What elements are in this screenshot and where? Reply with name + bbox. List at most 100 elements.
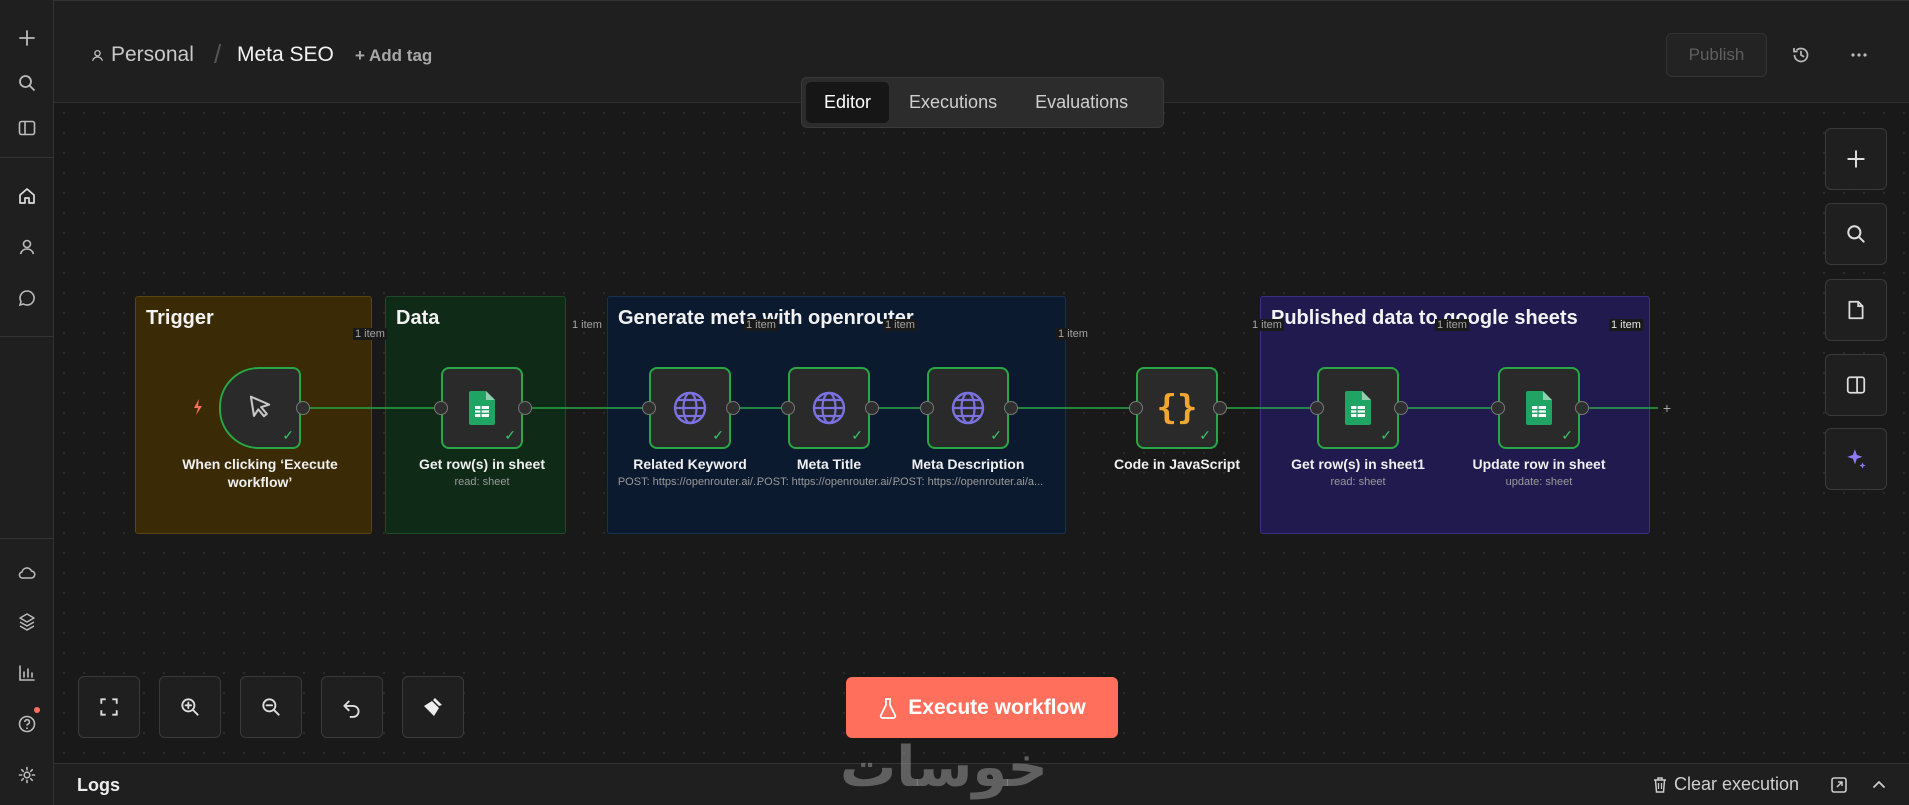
search-nodes-button[interactable] — [1825, 203, 1887, 265]
clear-execution-label: Clear execution — [1674, 774, 1800, 794]
insights-icon[interactable] — [11, 657, 43, 689]
view-tabs: Editor Executions Evaluations — [801, 77, 1164, 128]
undo-button[interactable] — [321, 676, 383, 738]
watermark: خوسات — [840, 735, 1048, 800]
node-label: When clicking ‘Execute workflow’ — [182, 456, 338, 490]
node-label: Code in JavaScript — [1113, 456, 1241, 472]
output-handle[interactable] — [1394, 401, 1408, 415]
edge-label: 1 item — [1609, 319, 1643, 331]
node-subtitle: POST: https://openrouter.ai/a... — [892, 476, 1044, 488]
add-tag-button[interactable]: + Add tag — [355, 46, 432, 66]
add-node-plus-icon[interactable]: + — [1658, 399, 1676, 417]
edge-label: 1 item — [744, 319, 778, 331]
help-icon[interactable] — [11, 708, 43, 740]
node-update-row[interactable]: ✓ — [1498, 367, 1580, 449]
success-check-icon: ✓ — [990, 427, 1002, 443]
success-check-icon: ✓ — [504, 427, 516, 443]
input-handle[interactable] — [920, 401, 934, 415]
output-handle[interactable] — [726, 401, 740, 415]
edge-label: 1 item — [570, 319, 604, 331]
input-handle[interactable] — [781, 401, 795, 415]
success-check-icon: ✓ — [712, 427, 724, 443]
success-check-icon: ✓ — [1561, 427, 1573, 443]
broom-icon — [424, 698, 442, 716]
sticky-note-button[interactable] — [1825, 279, 1887, 341]
zoom-out-icon — [262, 698, 280, 716]
workflow-canvas[interactable]: Trigger Data Generate meta with openrout… — [54, 103, 1909, 763]
zoom-in-button[interactable] — [159, 676, 221, 738]
breadcrumb-project[interactable]: Personal — [90, 43, 194, 67]
node-manual-trigger[interactable]: ✓ — [219, 367, 301, 449]
output-handle[interactable] — [1575, 401, 1589, 415]
edge-label: 1 item — [1250, 319, 1284, 331]
node-get-rows-1[interactable]: ✓ — [1317, 367, 1399, 449]
zoom-out-button[interactable] — [240, 676, 302, 738]
ai-assistant-button[interactable] — [1825, 428, 1887, 490]
search-icon — [1847, 225, 1865, 243]
settings-icon[interactable] — [11, 759, 43, 791]
edge-label: 1 item — [1435, 319, 1469, 331]
node-get-rows[interactable]: ✓ — [441, 367, 523, 449]
edge-label: 1 item — [1056, 328, 1090, 340]
edge-label: 1 item — [353, 328, 387, 340]
tidy-up-button[interactable] — [402, 676, 464, 738]
rail-divider — [0, 336, 54, 337]
execute-workflow-label: Execute workflow — [908, 695, 1086, 719]
input-handle[interactable] — [1491, 401, 1505, 415]
toggle-panel-button[interactable] — [1825, 354, 1887, 416]
workflow-title[interactable]: Meta SEO — [237, 43, 334, 67]
rail-divider — [0, 538, 54, 539]
tab-editor[interactable]: Editor — [806, 82, 890, 123]
node-subtitle: update: sheet — [1505, 476, 1573, 488]
undo-icon — [343, 700, 360, 718]
cloud-icon[interactable] — [11, 557, 43, 589]
input-handle[interactable] — [1310, 401, 1324, 415]
zoom-in-icon — [181, 698, 199, 716]
success-check-icon: ✓ — [1380, 427, 1392, 443]
left-sidebar — [0, 0, 54, 805]
input-handle[interactable] — [434, 401, 448, 415]
more-options-icon[interactable] — [1845, 41, 1873, 69]
popout-icon[interactable] — [1829, 775, 1849, 800]
output-handle[interactable] — [518, 401, 532, 415]
node-related-keyword[interactable]: ✓ — [649, 367, 731, 449]
chevron-up-icon[interactable] — [1869, 775, 1889, 800]
tab-executions[interactable]: Executions — [891, 82, 1015, 123]
rail-divider — [0, 157, 54, 158]
clear-execution-button[interactable]: Clear execution — [1652, 774, 1799, 795]
user-icon[interactable] — [11, 231, 43, 263]
execute-workflow-button[interactable]: Execute workflow — [846, 677, 1118, 738]
fit-view-icon — [100, 698, 118, 716]
add-icon[interactable] — [11, 22, 43, 54]
tab-evaluations[interactable]: Evaluations — [1017, 82, 1146, 123]
node-meta-description[interactable]: ✓ — [927, 367, 1009, 449]
input-handle[interactable] — [642, 401, 656, 415]
node-label: Update row in sheet — [1472, 456, 1606, 472]
publish-button[interactable]: Publish — [1666, 33, 1767, 77]
node-label: Get row(s) in sheet — [418, 456, 546, 472]
zoom-to-fit-button[interactable] — [78, 676, 140, 738]
home-icon[interactable] — [11, 180, 43, 212]
plus-icon — [1847, 150, 1865, 168]
output-handle[interactable] — [1004, 401, 1018, 415]
output-handle[interactable] — [1213, 401, 1227, 415]
input-handle[interactable] — [1129, 401, 1143, 415]
output-handle[interactable] — [865, 401, 879, 415]
add-node-button[interactable] — [1825, 128, 1887, 190]
node-code-javascript[interactable]: {} ✓ — [1136, 367, 1218, 449]
panel-icon — [1846, 376, 1866, 394]
flask-icon — [880, 697, 897, 719]
edge-label: 1 item — [883, 319, 917, 331]
breadcrumb-separator: / — [214, 39, 222, 69]
output-handle[interactable] — [296, 401, 310, 415]
trash-icon — [1654, 776, 1666, 793]
success-check-icon: ✓ — [282, 427, 294, 443]
node-meta-title[interactable]: ✓ — [788, 367, 870, 449]
search-icon[interactable] — [11, 67, 43, 99]
node-label: Meta Description — [911, 456, 1025, 472]
templates-icon[interactable] — [11, 606, 43, 638]
node-label: Get row(s) in sheet1 — [1291, 456, 1425, 472]
sidebar-toggle-icon[interactable] — [11, 112, 43, 144]
chat-icon[interactable] — [11, 282, 43, 314]
history-icon[interactable] — [1787, 41, 1815, 69]
